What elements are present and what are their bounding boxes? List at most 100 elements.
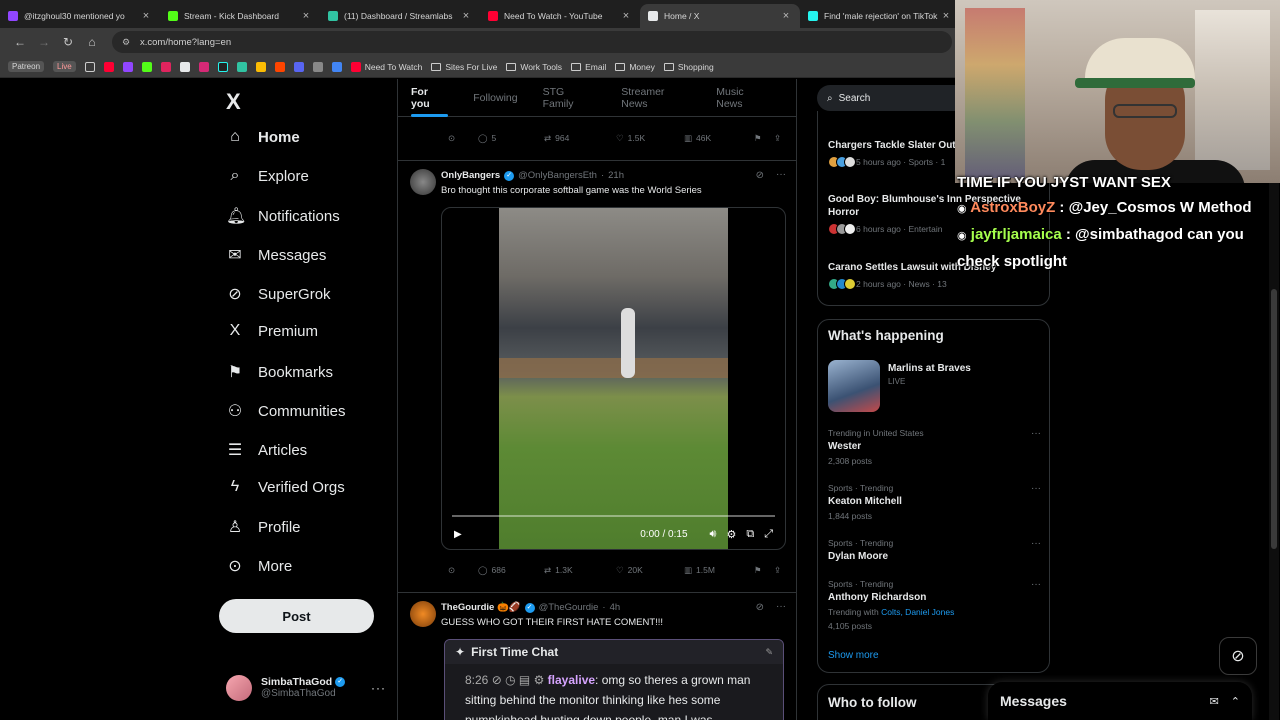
bookmark-tweet-icon[interactable]: ⚑ (754, 133, 762, 144)
tweet-author-name[interactable]: OnlyBangers (441, 170, 500, 181)
tweet[interactable]: ⊙ ◯ 5 ⇄ 964 ♡ 1.5K ▥ 46K ⚑ ⇪ (398, 117, 796, 161)
bookmark-need-to-watch[interactable]: Need To Watch (350, 61, 422, 72)
pip-icon[interactable]: ⧉ (746, 528, 754, 541)
bookmark-folder-work[interactable]: Work Tools (506, 62, 562, 72)
browser-tab-youtube[interactable]: Need To Watch - YouTube × (480, 4, 640, 28)
apps-grid-icon[interactable] (84, 61, 95, 72)
tweet-timestamp[interactable]: 21h (608, 170, 624, 181)
tweet-avatar[interactable] (410, 601, 436, 627)
tweet-more-icon[interactable]: ··· (776, 169, 786, 180)
nav-articles[interactable]: ☰ Articles (226, 440, 307, 460)
video-player[interactable]: ▶ 0:00 / 0:15 🔊︎ ⚙ ⧉ ⤢ (441, 207, 786, 550)
views-button[interactable]: ▥ 46K (684, 133, 711, 144)
bookmark-live[interactable]: Live (53, 61, 76, 72)
new-message-icon[interactable]: ✉ (1210, 695, 1219, 708)
reload-icon[interactable]: ↻ (56, 35, 80, 49)
tweet-timestamp[interactable]: 4h (610, 602, 621, 613)
tweet-author-handle[interactable]: @OnlyBangersEth (518, 170, 597, 181)
tweet[interactable]: OnlyBangers ✓ @OnlyBangersEth · 21h ⊘ ··… (398, 161, 796, 593)
grok-explain-icon[interactable]: ⊘ (756, 170, 764, 181)
views-button[interactable]: ▥ 1.5M (684, 565, 715, 576)
reply-button[interactable]: ◯ 686 (478, 565, 506, 576)
browser-tab-x[interactable]: Home / X × (640, 4, 800, 28)
trend-with-links[interactable]: Colts, Daniel Jones (881, 607, 954, 617)
instagram-bookmark-icon[interactable] (198, 61, 209, 72)
play-icon[interactable]: ▶ (454, 529, 462, 540)
tweet[interactable]: TheGourdie 🎃🏈 ✓ @TheGourdie · 4h ⊘ ··· G… (398, 593, 796, 720)
forward-arrow-icon[interactable]: → (32, 35, 56, 49)
nav-explore[interactable]: ⌕ Explore (226, 167, 309, 185)
reply-button[interactable]: ◯ 5 (478, 133, 496, 144)
like-button[interactable]: ♡ 1.5K (616, 133, 645, 144)
account-switcher[interactable]: SimbaThaGod ✓ @SimbaThaGod ··· (226, 675, 386, 701)
repost-button[interactable]: ⇄ 964 (544, 133, 569, 144)
bookmark-patreon[interactable]: Patreon (8, 61, 45, 72)
trend-more-icon[interactable]: ··· (1031, 579, 1041, 590)
streamlabs-bookmark-icon[interactable] (236, 61, 247, 72)
grok-explain-icon[interactable]: ⊘ (756, 602, 764, 613)
nav-communities[interactable]: ⚇ Communities (226, 401, 346, 421)
url-field[interactable]: ⚙ x.com/home?lang=en (112, 31, 952, 53)
search-input[interactable]: ⌕ Search (817, 85, 967, 111)
browser-tab-streamlabs[interactable]: (11) Dashboard / Streamlabs × (320, 4, 480, 28)
volume-icon[interactable]: 🔊︎ (710, 528, 717, 541)
kick-bookmark-icon[interactable] (141, 61, 152, 72)
nav-home[interactable]: ⌂ Home (226, 128, 300, 146)
like-button[interactable]: ♡ 20K (616, 565, 643, 576)
tab-for-you[interactable]: For you (411, 79, 449, 117)
account-more-icon[interactable]: ··· (371, 681, 386, 695)
tab-music-news[interactable]: Music News (716, 79, 771, 117)
tab-close-icon[interactable]: × (300, 10, 312, 22)
x-bookmark-icon[interactable] (179, 61, 190, 72)
nav-more[interactable]: ⊙ More (226, 556, 292, 576)
messages-drawer[interactable]: Messages ✉ ⌃ (988, 682, 1252, 720)
live-event-item[interactable]: Marlins at Braves LIVE (828, 360, 971, 412)
grok-action-icon[interactable]: ⊙ (448, 133, 455, 144)
bookmark-folder-email[interactable]: Email (571, 62, 606, 72)
discord-bookmark-icon[interactable] (293, 61, 304, 72)
fullscreen-icon[interactable]: ⤢ (764, 528, 773, 541)
back-arrow-icon[interactable]: ← (8, 35, 32, 49)
tab-streamer-news[interactable]: Streamer News (621, 79, 691, 117)
chatgpt-bookmark-icon[interactable] (312, 61, 323, 72)
post-button[interactable]: Post (219, 599, 374, 633)
nav-verified-orgs[interactable]: ϟ Verified Orgs (226, 478, 345, 496)
tab-close-icon[interactable]: × (620, 10, 632, 22)
docs-bookmark-icon[interactable] (331, 61, 342, 72)
trend-item[interactable]: Sports · Trending Keaton Mitchell 1,844 … (828, 483, 1041, 521)
tab-following[interactable]: Following (473, 79, 517, 117)
nav-premium[interactable]: X Premium (226, 322, 318, 340)
trend-more-icon[interactable]: ··· (1031, 538, 1041, 549)
scrollbar-thumb[interactable] (1271, 289, 1277, 549)
show-more-link[interactable]: Show more (828, 650, 879, 661)
youtube-bookmark-icon[interactable] (103, 61, 114, 72)
tiktok-bookmark-icon[interactable] (217, 61, 228, 72)
nav-supergrok[interactable]: ⊘ SuperGrok (226, 284, 330, 304)
trend-item[interactable]: Sports · Trending Dylan Moore ··· (828, 538, 1041, 562)
tab-close-icon[interactable]: × (780, 10, 792, 22)
red-app-bookmark-icon[interactable] (160, 61, 171, 72)
tweet-image-chat-screenshot[interactable]: ✦ First Time Chat ✎ 8:26 ⊘ ◷ ▤ ⚙ flayali… (444, 639, 784, 720)
tab-close-icon[interactable]: × (940, 10, 952, 22)
tweet-avatar[interactable] (410, 169, 436, 195)
tweet-more-icon[interactable]: ··· (776, 601, 786, 612)
share-icon[interactable]: ⇪ (774, 133, 781, 144)
trend-item[interactable]: Trending in United States Wester 2,308 p… (828, 428, 1041, 466)
share-icon[interactable]: ⇪ (774, 565, 781, 576)
nav-notifications[interactable]: 🔔︎ Notifications (226, 206, 340, 226)
video-progress-bar[interactable] (452, 515, 775, 517)
browser-tab-twitch[interactable]: @itzghoul30 mentioned yo × (0, 4, 160, 28)
home-button-icon[interactable]: ⌂ (80, 35, 104, 49)
repost-button[interactable]: ⇄ 1.3K (544, 565, 573, 576)
tab-stg-family[interactable]: STG Family (543, 79, 597, 117)
bookmark-folder-sites[interactable]: Sites For Live (431, 62, 497, 72)
grok-floating-button[interactable]: ⊘ (1219, 637, 1257, 675)
trend-more-icon[interactable]: ··· (1031, 483, 1041, 494)
tweet-author-handle[interactable]: @TheGourdie (539, 602, 599, 613)
tab-close-icon[interactable]: × (460, 10, 472, 22)
drive-bookmark-icon[interactable] (255, 61, 266, 72)
settings-gear-icon[interactable]: ⚙ (726, 528, 736, 541)
bookmark-tweet-icon[interactable]: ⚑ (754, 565, 762, 576)
nav-profile[interactable]: ♙ Profile (226, 517, 301, 537)
browser-tab-tiktok[interactable]: Find 'male rejection' on TikTok × (800, 4, 960, 28)
